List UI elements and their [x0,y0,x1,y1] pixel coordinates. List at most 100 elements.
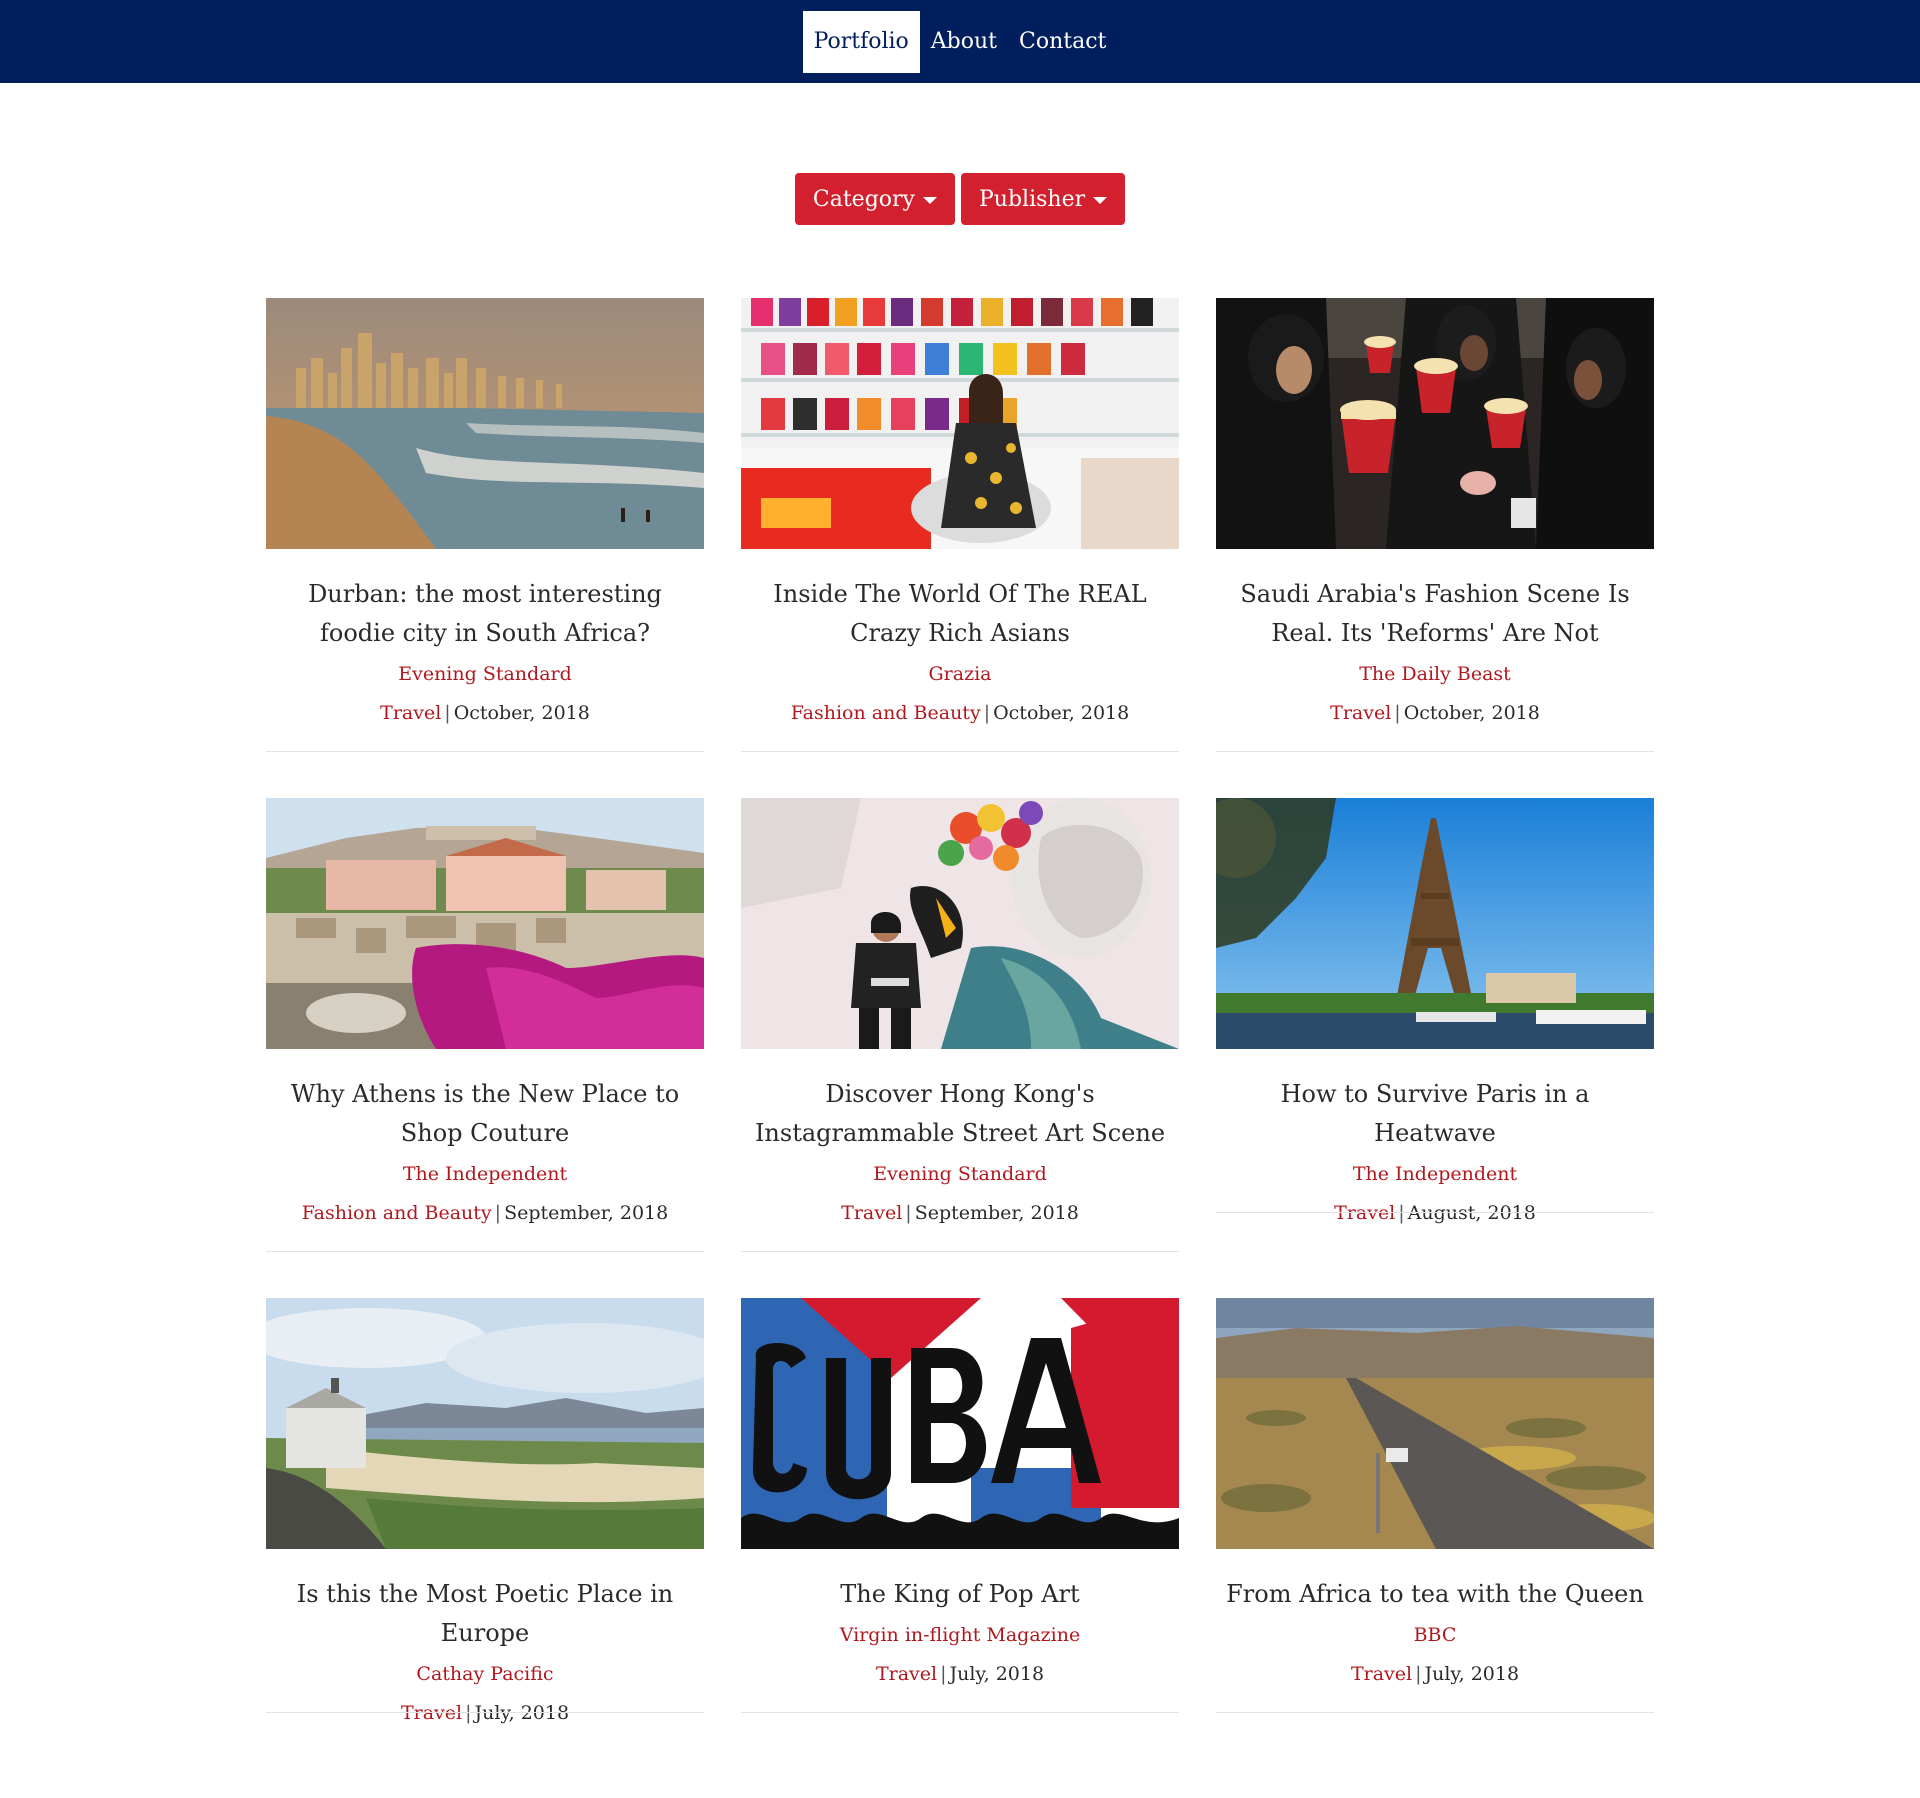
nav-item-contact[interactable]: Contact [1008,11,1117,73]
card-divider [1216,1712,1654,1713]
article-thumbnail-popcorn[interactable] [1216,298,1654,549]
card-divider [266,751,704,752]
article-body: Why Athens is the New Place to Shop Cout… [266,1049,704,1233]
article-grid: Durban: the most interesting foodie city… [266,298,1654,1798]
caret-down-icon [922,196,937,204]
article-card: Is this the Most Poetic Place in Europe … [266,1298,704,1798]
top-navbar: Portfolio About Contact [0,0,1920,83]
nav-menu: Portfolio About Contact [802,10,1118,73]
article-publisher[interactable]: Evening Standard [741,1155,1179,1194]
article-card: Inside The World Of The REAL Crazy Rich … [741,298,1179,798]
article-publisher[interactable]: Evening Standard [266,655,704,694]
article-card: The King of Pop Art Virgin in-flight Mag… [741,1298,1179,1798]
article-thumbnail-durban[interactable] [266,298,704,549]
filter-bar: Category Publisher [0,173,1920,225]
article-meta: Travel | July, 2018 [1216,1655,1654,1694]
article-title[interactable]: How to Survive Paris in a Heatwave [1216,1075,1654,1153]
article-publisher[interactable]: BBC [1216,1616,1654,1655]
article-body: Is this the Most Poetic Place in Europe … [266,1549,704,1733]
article-body: Saudi Arabia's Fashion Scene Is Real. It… [1216,549,1654,733]
article-meta: Travel | October, 2018 [266,694,704,733]
article-category[interactable]: Travel [1330,702,1391,724]
article-category[interactable]: Fashion and Beauty [791,702,981,724]
article-body: Inside The World Of The REAL Crazy Rich … [741,549,1179,733]
category-dropdown-label: Category [812,186,915,212]
article-meta: Travel | September, 2018 [741,1194,1179,1233]
article-date: July, 2018 [949,1663,1045,1685]
article-card: From Africa to tea with the Queen BBC Tr… [1216,1298,1654,1798]
publisher-dropdown-label: Publisher [978,186,1086,212]
article-meta: Fashion and Beauty | October, 2018 [741,694,1179,733]
article-date: September, 2018 [504,1202,669,1224]
meta-separator: | [1394,702,1401,724]
article-date: September, 2018 [914,1202,1079,1224]
article-thumbnail-cuba[interactable] [741,1298,1179,1549]
article-body: From Africa to tea with the Queen BBC Tr… [1216,1549,1654,1694]
publisher-dropdown-button[interactable]: Publisher [960,173,1126,225]
article-category[interactable]: Travel [401,1702,462,1724]
meta-separator: | [983,702,991,724]
article-card: Discover Hong Kong's Instagrammable Stre… [741,798,1179,1298]
article-title[interactable]: Saudi Arabia's Fashion Scene Is Real. It… [1216,575,1654,653]
nav-item-about[interactable]: About [920,11,1008,73]
article-category[interactable]: Travel [841,1202,902,1224]
article-title[interactable]: The King of Pop Art [741,1575,1179,1614]
meta-separator: | [940,1663,947,1685]
article-card: Durban: the most interesting foodie city… [266,298,704,798]
article-category[interactable]: Travel [1334,1202,1395,1224]
article-title[interactable]: Why Athens is the New Place to Shop Cout… [266,1075,704,1153]
meta-separator: | [465,1702,472,1724]
article-category[interactable]: Fashion and Beauty [302,1202,492,1224]
article-publisher[interactable]: Cathay Pacific [266,1655,704,1694]
nav-item-portfolio[interactable]: Portfolio [802,10,920,73]
article-meta: Travel | October, 2018 [1216,694,1654,733]
article-title[interactable]: Inside The World Of The REAL Crazy Rich … [741,575,1179,653]
article-date: October, 2018 [993,702,1130,724]
meta-separator: | [905,1202,912,1224]
article-date: July, 2018 [474,1702,570,1724]
article-thumbnail-athens[interactable] [266,798,704,1049]
article-category[interactable]: Travel [876,1663,937,1685]
article-thumbnail-cottage[interactable] [266,1298,704,1549]
card-divider [741,1712,1179,1713]
article-thumbnail-handbags[interactable] [741,298,1179,549]
article-publisher[interactable]: The Daily Beast [1216,655,1654,694]
article-card: Saudi Arabia's Fashion Scene Is Real. It… [1216,298,1654,798]
article-date: August, 2018 [1407,1202,1536,1224]
article-card: Why Athens is the New Place to Shop Cout… [266,798,704,1298]
meta-separator: | [1398,1202,1405,1224]
article-title[interactable]: Durban: the most interesting foodie city… [266,575,704,653]
article-title[interactable]: Discover Hong Kong's Instagrammable Stre… [741,1075,1179,1153]
article-thumbnail-desert-road[interactable] [1216,1298,1654,1549]
meta-separator: | [1415,1663,1422,1685]
article-meta: Travel | July, 2018 [266,1694,704,1733]
article-category[interactable]: Travel [1351,1663,1412,1685]
caret-down-icon [1093,196,1108,204]
article-thumbnail-street-art[interactable] [741,798,1179,1049]
article-thumbnail-eiffel[interactable] [1216,798,1654,1049]
article-meta: Travel | August, 2018 [1216,1194,1654,1233]
category-dropdown-button[interactable]: Category [794,173,955,225]
article-title[interactable]: Is this the Most Poetic Place in Europe [266,1575,704,1653]
article-date: October, 2018 [1403,702,1540,724]
card-divider [741,751,1179,752]
card-divider [1216,751,1654,752]
article-meta: Travel | July, 2018 [741,1655,1179,1694]
article-publisher[interactable]: The Independent [1216,1155,1654,1194]
article-body: How to Survive Paris in a Heatwave The I… [1216,1049,1654,1233]
meta-separator: | [444,702,451,724]
card-divider [741,1251,1179,1252]
article-category[interactable]: Travel [380,702,441,724]
article-publisher[interactable]: Grazia [741,655,1179,694]
article-body: Durban: the most interesting foodie city… [266,549,704,733]
article-date: October, 2018 [453,702,590,724]
article-body: The King of Pop Art Virgin in-flight Mag… [741,1549,1179,1694]
card-divider [1216,1212,1654,1213]
article-title[interactable]: From Africa to tea with the Queen [1216,1575,1654,1614]
card-divider [266,1251,704,1252]
article-date: July, 2018 [1424,1663,1520,1685]
article-publisher[interactable]: Virgin in-flight Magazine [741,1616,1179,1655]
article-publisher[interactable]: The Independent [266,1155,704,1194]
article-body: Discover Hong Kong's Instagrammable Stre… [741,1049,1179,1233]
card-divider [266,1712,704,1713]
